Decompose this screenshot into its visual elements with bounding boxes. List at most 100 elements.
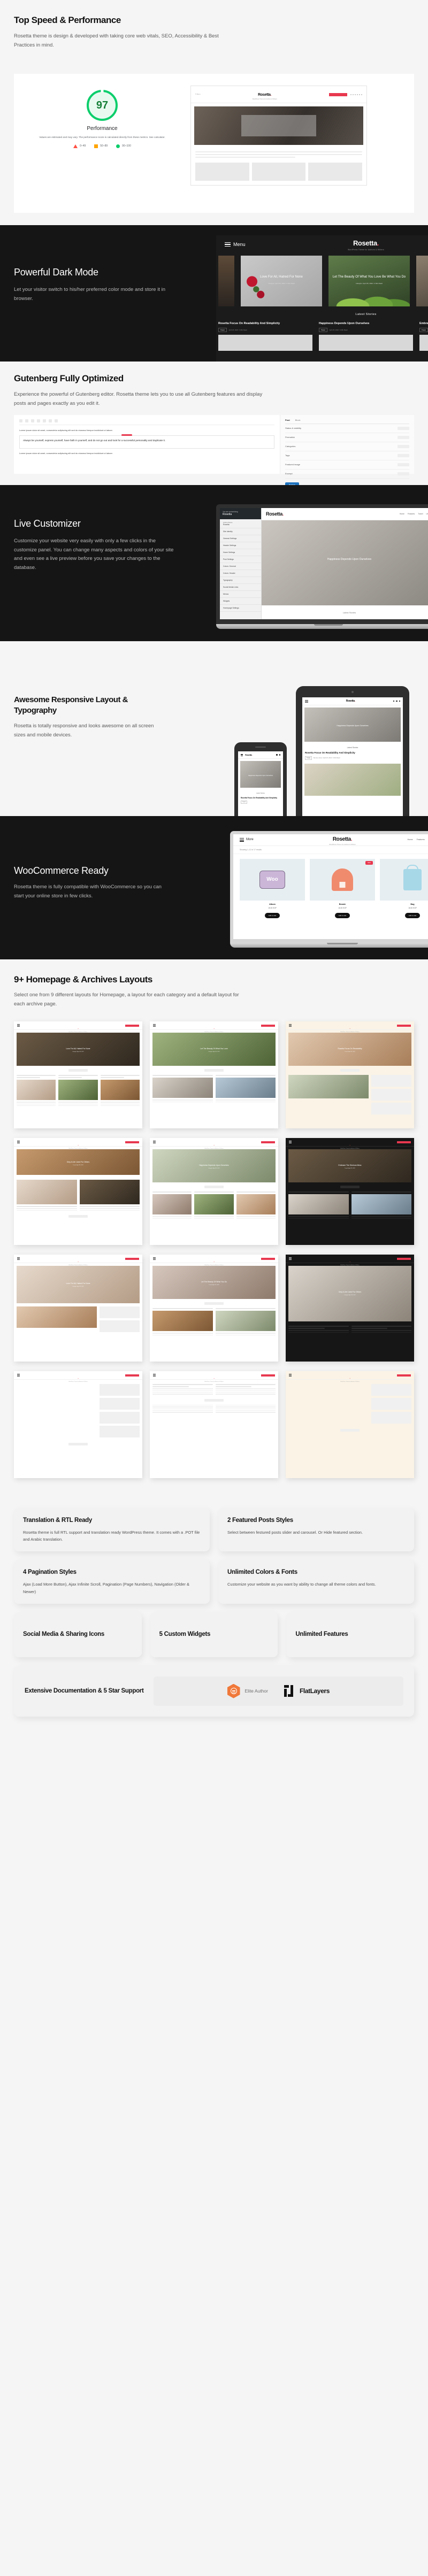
add-to-cart-button[interactable]: Add to cart (264, 912, 280, 918)
phone-screen: Rosetta. Happiness Depends Upon Ourselve… (238, 751, 283, 816)
triangle-icon (73, 144, 78, 148)
panel-item[interactable]: Colors: General (220, 563, 261, 570)
editor-body: Lorem ipsum dolor sit amet, consectetur … (19, 428, 274, 455)
add-to-cart-button[interactable]: Add to cart (404, 912, 421, 918)
phone-header: Rosetta. (238, 751, 283, 759)
panel-item[interactable]: Typography (220, 577, 261, 584)
layout-thumbnail[interactable]: Rosetta.WordPress Theme for Authors & Wr… (286, 1138, 414, 1245)
card-translation-rtl[interactable]: Translation & RTL Ready Rosetta theme is… (14, 1508, 210, 1552)
layout-thumbnail[interactable]: Rosetta.WordPress Theme for Authors & Wr… (286, 1255, 414, 1362)
sidebar-row[interactable]: Status & visibility (285, 424, 409, 433)
preview-hero: Happiness Depends Upon Ourselves (262, 520, 428, 605)
post-tag: Travel (319, 328, 327, 333)
panel-item[interactable]: Post Settings (220, 556, 261, 563)
hamburger-icon (225, 242, 231, 247)
add-to-cart-button[interactable]: Add to cart (334, 912, 350, 918)
customizer-description: Customize your website very easily with … (14, 538, 174, 571)
product-card[interactable]: Bag 18.00 EGP Add to cart (380, 858, 428, 919)
panel-item[interactable]: Home Settings (220, 549, 261, 556)
sale-badge: Sale! (365, 860, 373, 865)
sidebar-row[interactable]: Excerpt (285, 470, 409, 479)
customizer-panel-header: You are customizing Rosetta (220, 508, 261, 519)
layout-thumbnail[interactable]: Rosetta.WordPress Theme for Authors & Wr… (150, 1371, 278, 1479)
legend-item-poor: 0–49 (73, 144, 86, 148)
dark-mode-description: Let your visitor switch to his/her prefe… (14, 287, 166, 302)
sidebar-row[interactable]: Tags (285, 451, 409, 460)
slide-3[interactable]: Only ATra (416, 256, 428, 306)
editor-toolbar (19, 419, 274, 425)
sidebar-row[interactable]: Featured image (285, 460, 409, 470)
layout-thumbnail[interactable]: Rosetta.WordPress Theme for Authors & Wr… (14, 1255, 142, 1362)
editor-paragraph: Lorem ipsum dolor sit amet, consectetur … (19, 429, 113, 432)
layout-thumbnail[interactable]: Rosetta.WordPress Theme for Authors & Wr… (150, 1138, 278, 1245)
panel-item[interactable]: Widgets (220, 598, 261, 605)
section-dark-mode: Menu Rosetta. WordPress Theme for Author… (0, 225, 428, 362)
product-grid: Woo Album 15.00 EGP Add to cart Sale! Be… (233, 854, 428, 924)
chevron-down-icon (398, 454, 409, 457)
screenshot-hero (194, 106, 363, 145)
card-colors-fonts[interactable]: Unlimited Colors & Fonts Customize your … (218, 1560, 414, 1604)
tab-post[interactable]: Post (285, 419, 290, 421)
customizer-screenshot: You are customizing Rosetta Active theme… (220, 508, 428, 619)
screenshot-cards (191, 163, 366, 185)
sidebar-row[interactable]: Permalink (285, 433, 409, 442)
layout-caption: Only A Life Lived For Others Travel / Apr… (66, 1160, 90, 1166)
layout-caption: Love For All, Hatred For None Lifestyle /… (66, 1282, 90, 1288)
panel-item[interactable]: Menus (220, 591, 261, 598)
card-text: Ajax (Load More Button), Ajax Infinite S… (23, 1582, 189, 1594)
woocommerce-copy: WooCommerce Ready Rosetta theme is fully… (14, 865, 169, 901)
card-unlimited-features[interactable]: Unlimited Features (286, 1612, 415, 1657)
post-card[interactable]: Rosetta Focus On Readability And Simplic… (218, 321, 312, 351)
editor-quote-block[interactable]: Always be yourself, express yourself, ha… (19, 434, 274, 449)
hamburger-icon (289, 1024, 292, 1027)
flatlayers-mark-icon (284, 1685, 296, 1697)
layouts-description: Select one from 9 different layouts for … (14, 992, 239, 1007)
panel-item[interactable]: General Settings (220, 535, 261, 542)
post-title: Rosetta Focus On Readability And Simplic… (218, 322, 280, 325)
tab-block[interactable]: Block (295, 419, 301, 421)
woocommerce-title: WooCommerce Ready (14, 865, 109, 876)
sidebar-row[interactable]: Categories (285, 442, 409, 451)
layout-thumbnail[interactable]: Rosetta.WordPress Theme for Authors & Wr… (150, 1021, 278, 1129)
section-gutenberg: Gutenberg Fully Optimized Experience the… (0, 362, 428, 485)
product-card[interactable]: Sale! Beanie 16.00 EGP Add to cart (310, 858, 375, 919)
slide-1[interactable]: Love For All, Hatred For None Lifestyle /… (241, 256, 322, 306)
card-social-media[interactable]: Social Media & Sharing Icons (14, 1612, 142, 1657)
customizer-copy: Live Customizer Customize your website v… (14, 518, 180, 573)
sidebar-tabs: Post Block (285, 419, 409, 424)
tablet-hero-caption: Happiness Depends Upon Ourselves (337, 725, 369, 727)
hamburger-icon[interactable] (305, 699, 308, 703)
laptop-base (216, 624, 428, 629)
tablet-latest-label: Latest Stories (347, 747, 358, 749)
layout-thumbnail[interactable]: Rosetta.WordPress Theme for Authors & Wr… (286, 1371, 414, 1479)
layout-thumbnail[interactable]: Rosetta.WordPress Theme for Authors & Wr… (14, 1021, 142, 1129)
hamburger-icon[interactable] (241, 753, 243, 756)
layout-thumbnail[interactable]: Rosetta.WordPress Theme for Authors & Wr… (286, 1021, 414, 1129)
card-documentation-support[interactable]: Extensive Documentation & 5 Star Support… (14, 1665, 414, 1717)
panel-item[interactable]: Site Identity (220, 528, 261, 535)
product-card[interactable]: Woo Album 15.00 EGP Add to cart (240, 858, 305, 919)
card-pagination-styles[interactable]: 4 Pagination Styles Ajax (Load More Butt… (14, 1560, 210, 1604)
cta-button (397, 1141, 411, 1143)
layout-thumbnail[interactable]: Rosetta.WordPress Theme for Authors & Wr… (14, 1371, 142, 1479)
panel-item[interactable]: Homepage Settings (220, 605, 261, 612)
cards-row-2: 4 Pagination Styles Ajax (Load More Butt… (14, 1560, 414, 1604)
card-custom-widgets[interactable]: 5 Custom Widgets (150, 1612, 278, 1657)
post-card[interactable]: Embrace The Are TravelApril 26, 2022 (419, 321, 428, 351)
slide-2[interactable]: Let The Beauty Of What You Love Be What … (328, 256, 410, 306)
panel-item[interactable]: Colors: Header (220, 570, 261, 577)
panel-item[interactable]: Social Media Links (220, 584, 261, 591)
preview-hero-caption: Happiness Depends Upon Ourselves (327, 557, 372, 561)
post-card[interactable]: Happiness Depends Upon Ourselves Travel A… (319, 321, 413, 351)
preview-logo: Rosetta. WordPress Theme for Authors & W… (216, 239, 428, 251)
cta-button (125, 1257, 139, 1260)
product-thumbnail: Sale! (310, 858, 375, 901)
woo-logo-art: Woo (259, 870, 285, 889)
menu-button[interactable]: Menu (225, 242, 246, 247)
layout-thumbnail[interactable]: Rosetta.WordPress Theme for Authors & Wr… (150, 1255, 278, 1362)
layout-thumbnail[interactable]: Rosetta.WordPress Theme for Authors & Wr… (14, 1138, 142, 1245)
preview-brand: Rosetta (266, 511, 282, 517)
card-featured-posts[interactable]: 2 Featured Posts Styles Select between f… (218, 1508, 414, 1552)
layouts-title: 9+ Homepage & Archives Layouts (14, 974, 152, 985)
panel-item[interactable]: Header Settings (220, 542, 261, 549)
